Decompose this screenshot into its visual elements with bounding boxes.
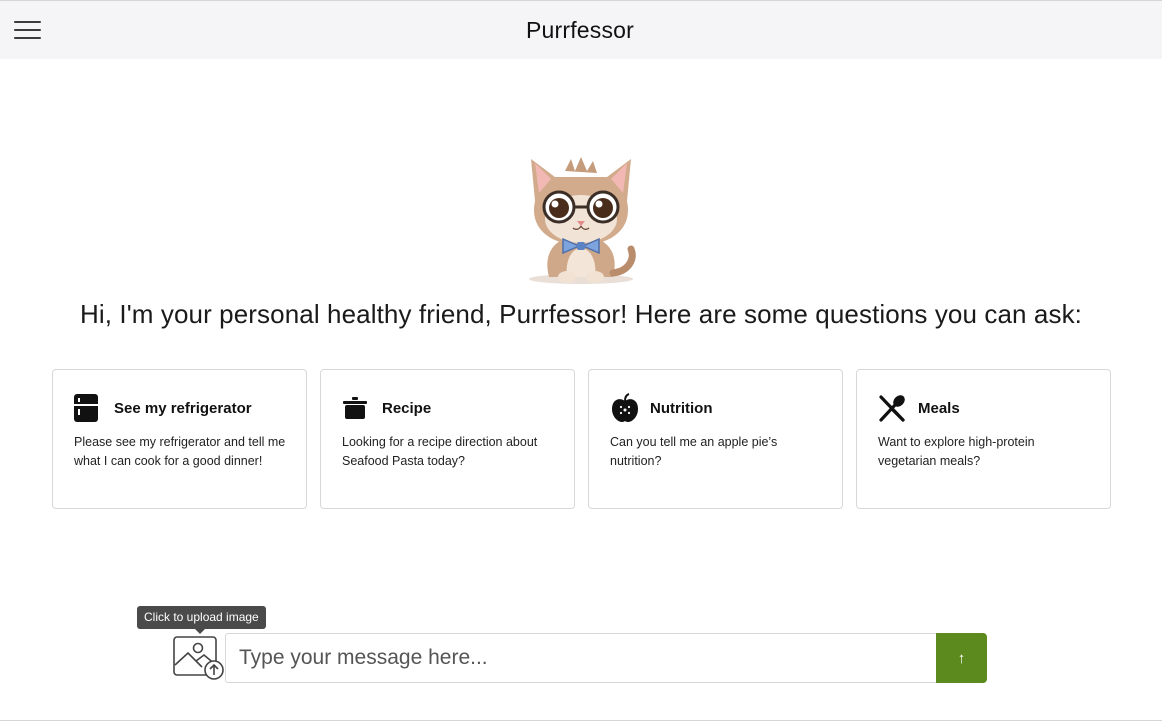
card-header: See my refrigerator [74, 392, 286, 424]
fork-spoon-icon [878, 392, 910, 424]
message-input[interactable] [226, 634, 937, 682]
arrow-up-icon: ↑ [957, 649, 966, 667]
card-nutrition[interactable]: Nutrition Can you tell me an apple pie’s… [588, 369, 843, 509]
card-title: Meals [918, 399, 960, 417]
upload-tooltip: Click to upload image [137, 606, 266, 634]
image-upload-icon[interactable] [172, 635, 225, 681]
refrigerator-icon [74, 392, 106, 424]
card-title: See my refrigerator [114, 399, 252, 417]
card-body: Can you tell me an apple pie’s nutrition… [610, 435, 778, 468]
card-body: Please see my refrigerator and tell me w… [74, 435, 286, 468]
message-input-container [225, 633, 937, 683]
cooking-pot-icon [342, 392, 374, 424]
cat-mascot-icon [529, 157, 636, 284]
apple-icon [610, 392, 642, 424]
card-recipe[interactable]: Recipe Looking for a recipe direction ab… [320, 369, 575, 509]
card-title: Recipe [382, 399, 432, 417]
greeting-heading: Hi, I'm your personal healthy friend, Pu… [79, 299, 1083, 329]
suggestion-cards: See my refrigerator Please see my refrig… [52, 369, 1111, 509]
card-header: Recipe [342, 392, 554, 424]
card-header: Meals [878, 392, 1090, 424]
send-button[interactable]: ↑ [936, 633, 987, 683]
card-body: Want to explore high-protein vegetarian … [878, 435, 1035, 468]
card-header: Nutrition [610, 392, 822, 424]
card-body: Looking for a recipe direction about Sea… [342, 435, 538, 468]
app-title: Purrfessor [525, 16, 635, 43]
card-title: Nutrition [650, 399, 713, 417]
card-meals[interactable]: Meals Want to explore high-protein veget… [856, 369, 1111, 509]
hamburger-menu-icon[interactable] [14, 19, 42, 41]
card-see-my-refrigerator[interactable]: See my refrigerator Please see my refrig… [52, 369, 307, 509]
top-bar: Purrfessor [0, 1, 1162, 59]
app-window: Purrfessor Hi, I'm your personal healthy… [0, 0, 1162, 721]
